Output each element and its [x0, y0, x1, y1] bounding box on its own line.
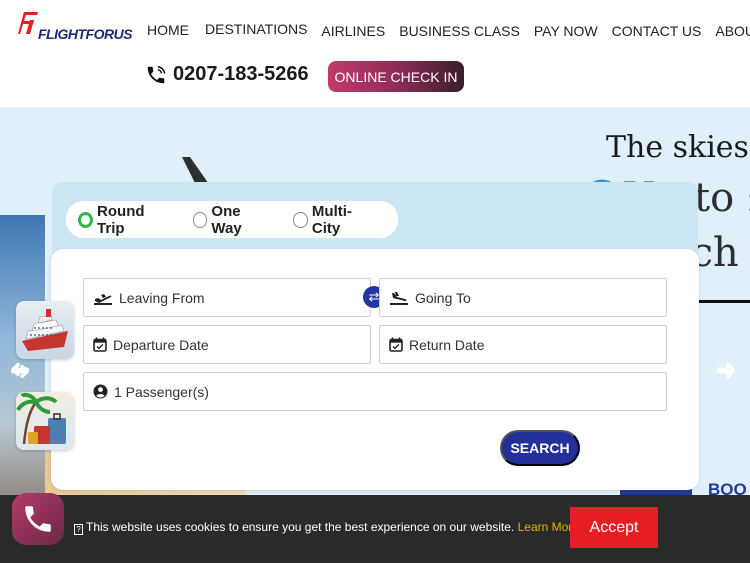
nav-contact-us[interactable]: CONTACT US	[605, 21, 709, 41]
nav-business-class[interactable]: BUSINESS CLASS	[392, 21, 527, 41]
hero-divider	[698, 300, 750, 303]
departure-date-field[interactable]: Departure Date	[83, 325, 371, 364]
hero-prev-arrow-icon[interactable]: ➜	[10, 355, 30, 384]
cookie-text: This website uses cookies to ensure you …	[86, 520, 515, 534]
user-icon	[93, 384, 108, 399]
radio-one-way[interactable]	[192, 211, 208, 228]
main-nav: HOME DESTINATIONS AIRLINES BUSINESS CLAS…	[140, 20, 750, 41]
nav-destinations[interactable]: DESTINATIONS	[198, 19, 314, 41]
search-button[interactable]: SEARCH	[500, 430, 580, 466]
landing-icon	[389, 290, 409, 306]
travel-thumbnail[interactable]	[16, 392, 74, 450]
phone-icon	[25, 506, 51, 532]
trip-multi-city-label: Multi-City	[311, 202, 352, 237]
return-date-label: Return Date	[409, 336, 485, 353]
luggage-icon	[16, 392, 66, 445]
info-icon: ?	[74, 524, 83, 535]
trip-round-trip[interactable]: Round Trip	[78, 203, 169, 237]
return-date-field[interactable]: Return Date	[379, 325, 667, 364]
passengers-label: 1 Passenger(s)	[114, 383, 209, 400]
phone-contact[interactable]: 0207-183-5266	[145, 63, 309, 86]
phone-icon	[147, 65, 166, 83]
accept-cookies-button[interactable]: Accept	[570, 507, 658, 548]
cruise-thumbnail[interactable]	[16, 301, 74, 359]
radio-multi-city[interactable]	[293, 211, 308, 228]
phone-number: 0207-183-5266	[173, 63, 309, 85]
logo-text: FLIGHTFORUS	[38, 26, 133, 42]
passengers-field[interactable]: 1 Passenger(s)	[83, 372, 667, 411]
trip-multi-city[interactable]: Multi-City	[293, 203, 374, 237]
nav-airlines[interactable]: AIRLINES	[314, 21, 392, 41]
site-logo[interactable]: FLIGHTFORUS	[14, 8, 133, 44]
going-to-field[interactable]: Going To	[379, 278, 667, 317]
going-to-label: Going To	[415, 289, 471, 306]
hero-title: The skies a	[606, 130, 750, 165]
calendar-icon	[389, 337, 403, 352]
nav-home[interactable]: HOME	[140, 20, 196, 41]
nav-about-us[interactable]: ABOUT US	[708, 21, 750, 41]
cruise-ship-icon	[22, 309, 68, 351]
cookie-message: ? This website uses cookies to ensure you…	[74, 520, 589, 535]
logo-mark-icon	[18, 12, 38, 34]
trip-one-way[interactable]: One Way	[192, 202, 270, 237]
trip-one-way-label: One Way	[211, 202, 242, 237]
leaving-from-label: Leaving From	[119, 289, 205, 306]
online-checkin-button[interactable]: ONLINE CHECK IN	[328, 61, 464, 92]
site-header: FLIGHTFORUS HOME DESTINATIONS AIRLINES B…	[0, 0, 750, 107]
radio-round-trip[interactable]	[78, 211, 94, 228]
leaving-from-field[interactable]: Leaving From	[83, 278, 371, 317]
calendar-icon	[93, 337, 107, 352]
hero-next-arrow-icon[interactable]: ➜	[716, 355, 736, 384]
nav-pay-now[interactable]: PAY NOW	[527, 21, 605, 41]
trip-round-trip-label: Round Trip	[97, 202, 145, 237]
call-button[interactable]	[12, 493, 64, 545]
trip-type-selector: Round Trip One Way Multi-City	[66, 201, 398, 238]
departure-date-label: Departure Date	[113, 336, 209, 353]
takeoff-icon	[93, 290, 113, 306]
